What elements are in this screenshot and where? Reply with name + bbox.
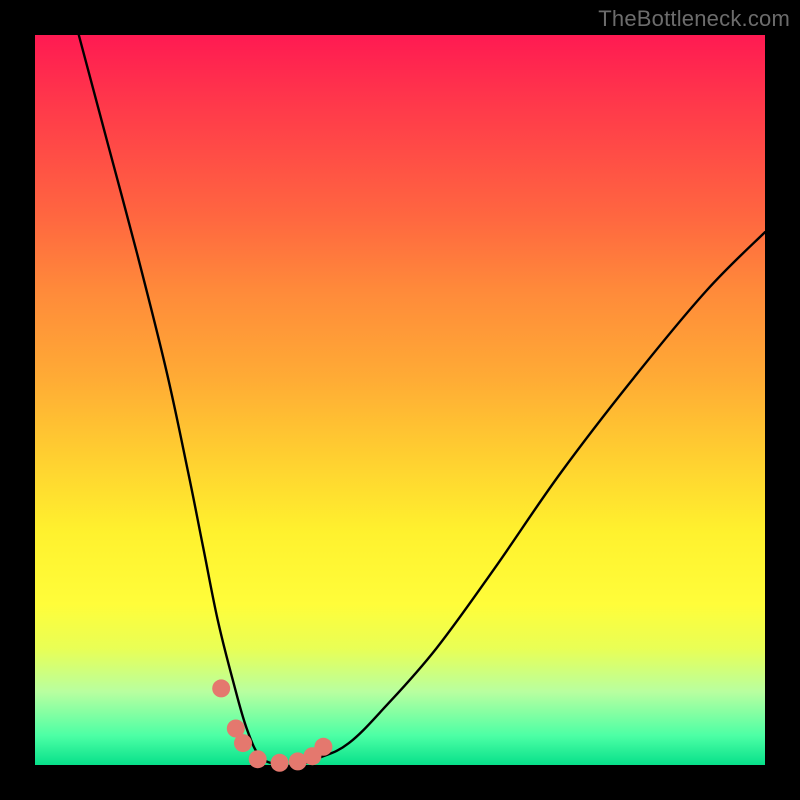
marker-group bbox=[212, 679, 332, 771]
plot-area bbox=[35, 35, 765, 765]
watermark-text: TheBottleneck.com bbox=[598, 6, 790, 32]
bottleneck-curve bbox=[79, 35, 765, 766]
curve-marker bbox=[314, 738, 332, 756]
curve-layer bbox=[35, 35, 765, 765]
chart-frame: TheBottleneck.com bbox=[0, 0, 800, 800]
curve-marker bbox=[234, 734, 252, 752]
curve-marker bbox=[249, 750, 267, 768]
curve-marker bbox=[212, 679, 230, 697]
curve-marker bbox=[271, 754, 289, 772]
